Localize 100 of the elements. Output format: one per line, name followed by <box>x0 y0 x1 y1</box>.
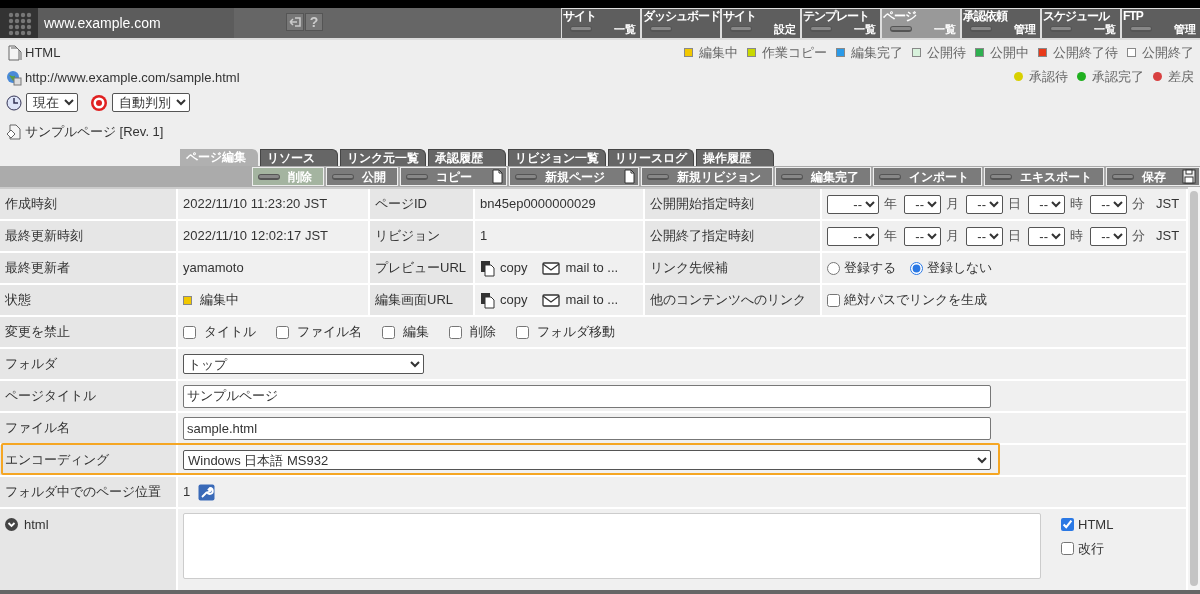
mail-link[interactable]: mail to ... <box>542 258 619 278</box>
legend-label: 編集中 <box>699 44 738 62</box>
checkbox[interactable] <box>382 325 395 339</box>
chevron-down-icon[interactable] <box>5 518 18 532</box>
tab[interactable]: 承認履歴 <box>428 149 506 166</box>
pill-icon <box>1130 26 1152 32</box>
time-select[interactable]: 現在 <box>26 93 78 112</box>
pill-icon <box>989 173 1012 180</box>
folder-select[interactable]: トップ <box>183 354 424 374</box>
field-label: リンク先候補 <box>645 253 822 285</box>
wrench-icon[interactable] <box>198 483 216 501</box>
option-label: 改行 <box>1078 539 1104 558</box>
datetime-select[interactable]: -- <box>1028 194 1065 214</box>
field-label: プレビューURL <box>370 253 475 285</box>
field-label: 公開開始指定時刻 <box>645 189 822 221</box>
pill-icon <box>730 26 752 32</box>
datetime-select[interactable]: -- <box>1028 226 1065 246</box>
checkbox[interactable] <box>1061 518 1074 532</box>
grid-logo-icon <box>6 10 32 36</box>
logout-icon[interactable] <box>286 13 304 31</box>
toolbar-button[interactable]: コピー <box>400 167 507 186</box>
field-label: 最終更新時刻 <box>0 221 178 253</box>
clock-icon <box>6 94 22 111</box>
option-label: 登録する <box>844 259 896 278</box>
datetime-select[interactable]: -- <box>827 226 879 246</box>
nav-button[interactable]: FTP 管理 <box>1121 8 1200 38</box>
field-value: 2022/11/10 12:02:17 JST <box>178 221 370 253</box>
nav-button[interactable]: ダッシュボード <box>641 8 721 38</box>
field-label: html <box>24 516 49 534</box>
nav-button[interactable]: テンプレート 一覧 <box>801 8 881 38</box>
legend-label: 承認完了 <box>1092 68 1144 86</box>
timezone-label: JST <box>1156 227 1180 246</box>
datetime-select[interactable]: -- <box>966 226 1003 246</box>
checkbox[interactable] <box>449 325 462 339</box>
nav-button[interactable]: 承認依頼 管理 <box>961 8 1041 38</box>
checkbox[interactable] <box>516 325 529 339</box>
datetime-select[interactable]: -- <box>966 194 1003 214</box>
save-icon <box>1181 169 1196 184</box>
copy-icon <box>480 259 495 277</box>
checkbox[interactable] <box>183 325 196 339</box>
pill-icon <box>332 173 355 180</box>
timezone-label: JST <box>1156 195 1180 214</box>
unit-label: 日 <box>1008 195 1021 214</box>
unit-label: 時 <box>1070 195 1083 214</box>
site-name: www.example.com <box>38 8 234 38</box>
nav-button[interactable]: サイト 一覧 <box>561 8 641 38</box>
page-url: http://www.example.com/sample.html <box>25 68 240 87</box>
pill-icon <box>406 173 429 180</box>
toolbar-button[interactable]: 公開 <box>326 167 399 186</box>
toolbar-button[interactable]: 保存 <box>1105 167 1200 186</box>
detect-select[interactable]: 自動判別 <box>112 93 190 112</box>
field-label: 作成時刻 <box>0 189 178 221</box>
field-label: ファイル名 <box>0 413 178 445</box>
option-label: 登録しない <box>927 259 992 278</box>
field-label: 最終更新者 <box>0 253 178 285</box>
tab[interactable]: リビジョン一覧 <box>508 149 606 166</box>
datetime-select[interactable]: -- <box>1090 194 1127 214</box>
checkbox[interactable] <box>1061 541 1074 555</box>
legend-label: 編集完了 <box>851 44 903 62</box>
datetime-select[interactable]: -- <box>827 194 879 214</box>
scrollbar-thumb[interactable] <box>1190 191 1198 586</box>
unit-label: 年 <box>884 195 897 214</box>
legend-label: 承認待 <box>1029 68 1068 86</box>
checkbox[interactable] <box>276 325 289 339</box>
copy-link[interactable]: copy <box>480 258 528 278</box>
radio-button[interactable] <box>827 261 840 275</box>
file-type: HTML <box>25 43 61 62</box>
text-field[interactable]: sample.html <box>183 416 991 440</box>
toolbar-button[interactable]: 新規ページ <box>508 167 639 186</box>
copy-link[interactable]: copy <box>480 290 528 310</box>
nav-button[interactable]: サイト 設定 <box>721 8 801 38</box>
tab[interactable]: リンク元一覧 <box>340 149 426 166</box>
option-label: タイトル <box>204 323 256 342</box>
document-icon <box>6 44 22 61</box>
field-value: 1 <box>475 221 645 253</box>
checkbox[interactable] <box>827 293 840 307</box>
encoding-select[interactable]: Windows 日本語 MS932 <box>183 450 991 470</box>
option-label: フォルダ移動 <box>537 323 615 342</box>
tab[interactable]: リソース <box>260 149 338 166</box>
field-value: bn45ep0000000029 <box>475 189 645 221</box>
datetime-select[interactable]: -- <box>904 226 941 246</box>
toolbar-button[interactable]: インポート <box>873 167 982 186</box>
tab[interactable]: リリースログ <box>608 149 694 166</box>
tab[interactable]: 操作履歴 <box>696 149 774 166</box>
radio-button[interactable] <box>910 261 923 275</box>
target-icon <box>90 93 108 112</box>
nav-button[interactable]: スケジュール 一覧 <box>1041 8 1121 38</box>
mail-link[interactable]: mail to ... <box>542 290 619 310</box>
unit-label: 月 <box>946 227 959 246</box>
legend-label: 公開待 <box>927 44 966 62</box>
toolbar-button[interactable]: 新規リビジョン <box>640 167 774 186</box>
datetime-select[interactable]: -- <box>1090 226 1127 246</box>
option-label: HTML <box>1078 516 1114 534</box>
unit-label: 時 <box>1070 227 1083 246</box>
text-field[interactable]: サンプルページ <box>183 384 991 408</box>
toolbar-button[interactable]: 編集完了 <box>775 167 872 186</box>
copy-icon <box>480 291 495 309</box>
option-label: 削除 <box>470 323 496 342</box>
datetime-select[interactable]: -- <box>904 194 941 214</box>
toolbar-button[interactable]: エキスポート <box>983 167 1104 186</box>
